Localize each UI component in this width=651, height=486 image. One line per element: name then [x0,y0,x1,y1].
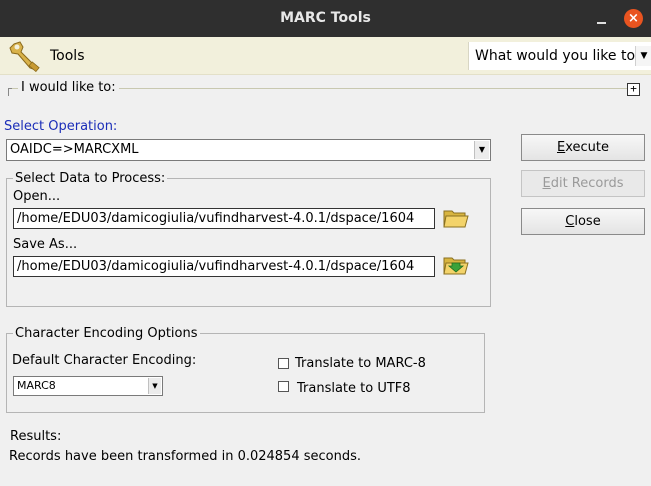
translate-utf8-checkbox[interactable] [278,381,289,392]
edit-label-post: dit Records [550,176,624,191]
results-label: Results: [10,429,62,444]
close-button[interactable]: Close [521,208,645,235]
window-title: MARC Tools [280,10,371,26]
chevron-down-icon[interactable]: ▼ [635,46,651,66]
window-titlebar: MARC Tools × [0,0,651,37]
chevron-down-icon[interactable]: ▼ [148,378,161,394]
help-question-text: What would you like to [475,48,636,64]
toolbar: Tools What would you like to ▼ [0,37,651,75]
execute-label-post: xecute [565,140,609,155]
default-encoding-value: MARC8 [17,379,56,392]
close-label-post: lose [574,214,601,229]
translate-marc8-label: Translate to MARC-8 [295,356,426,371]
expand-icon[interactable]: + [627,83,640,96]
open-path-input[interactable]: /home/EDU03/damicogiulia/vufindharvest-4… [13,208,435,229]
edit-records-button[interactable]: Edit Records [521,170,645,197]
i-would-like-to-panel: I would like to: + [8,80,642,98]
operation-select[interactable]: OAIDC=>MARCXML ▼ [6,139,491,161]
chevron-down-icon[interactable]: ▼ [474,141,489,159]
open-folder-icon[interactable] [443,207,469,229]
group-corner [8,88,12,96]
i-would-like-to-label: I would like to: [18,80,119,95]
select-operation-label: Select Operation: [4,119,118,134]
results-message: Records have been transformed in 0.02485… [9,449,361,464]
default-encoding-label: Default Character Encoding: [12,353,197,368]
execute-mnemonic: E [557,140,566,155]
open-label: Open... [13,189,61,204]
minimize-icon[interactable] [596,10,608,26]
translate-marc8-checkbox[interactable] [278,358,289,369]
translate-utf8-label: Translate to UTF8 [297,381,411,396]
save-folder-icon[interactable] [443,254,469,276]
help-question-combo[interactable]: What would you like to ▼ [468,42,651,70]
select-data-group: Select Data to Process: [6,171,491,307]
default-encoding-select[interactable]: MARC8 ▼ [13,376,163,396]
select-data-legend: Select Data to Process: [15,171,166,186]
close-window-icon[interactable]: × [624,9,643,28]
operation-selected-value: OAIDC=>MARCXML [10,142,139,157]
wrench-icon[interactable] [9,40,43,72]
tools-menu-label[interactable]: Tools [50,48,85,64]
execute-button[interactable]: Execute [521,134,645,161]
encoding-options-legend: Character Encoding Options [15,326,198,341]
save-as-label: Save As... [13,237,78,252]
edit-mnemonic: E [542,176,551,191]
close-mnemonic: C [565,214,575,229]
save-as-path-input[interactable]: /home/EDU03/damicogiulia/vufindharvest-4… [13,256,435,277]
